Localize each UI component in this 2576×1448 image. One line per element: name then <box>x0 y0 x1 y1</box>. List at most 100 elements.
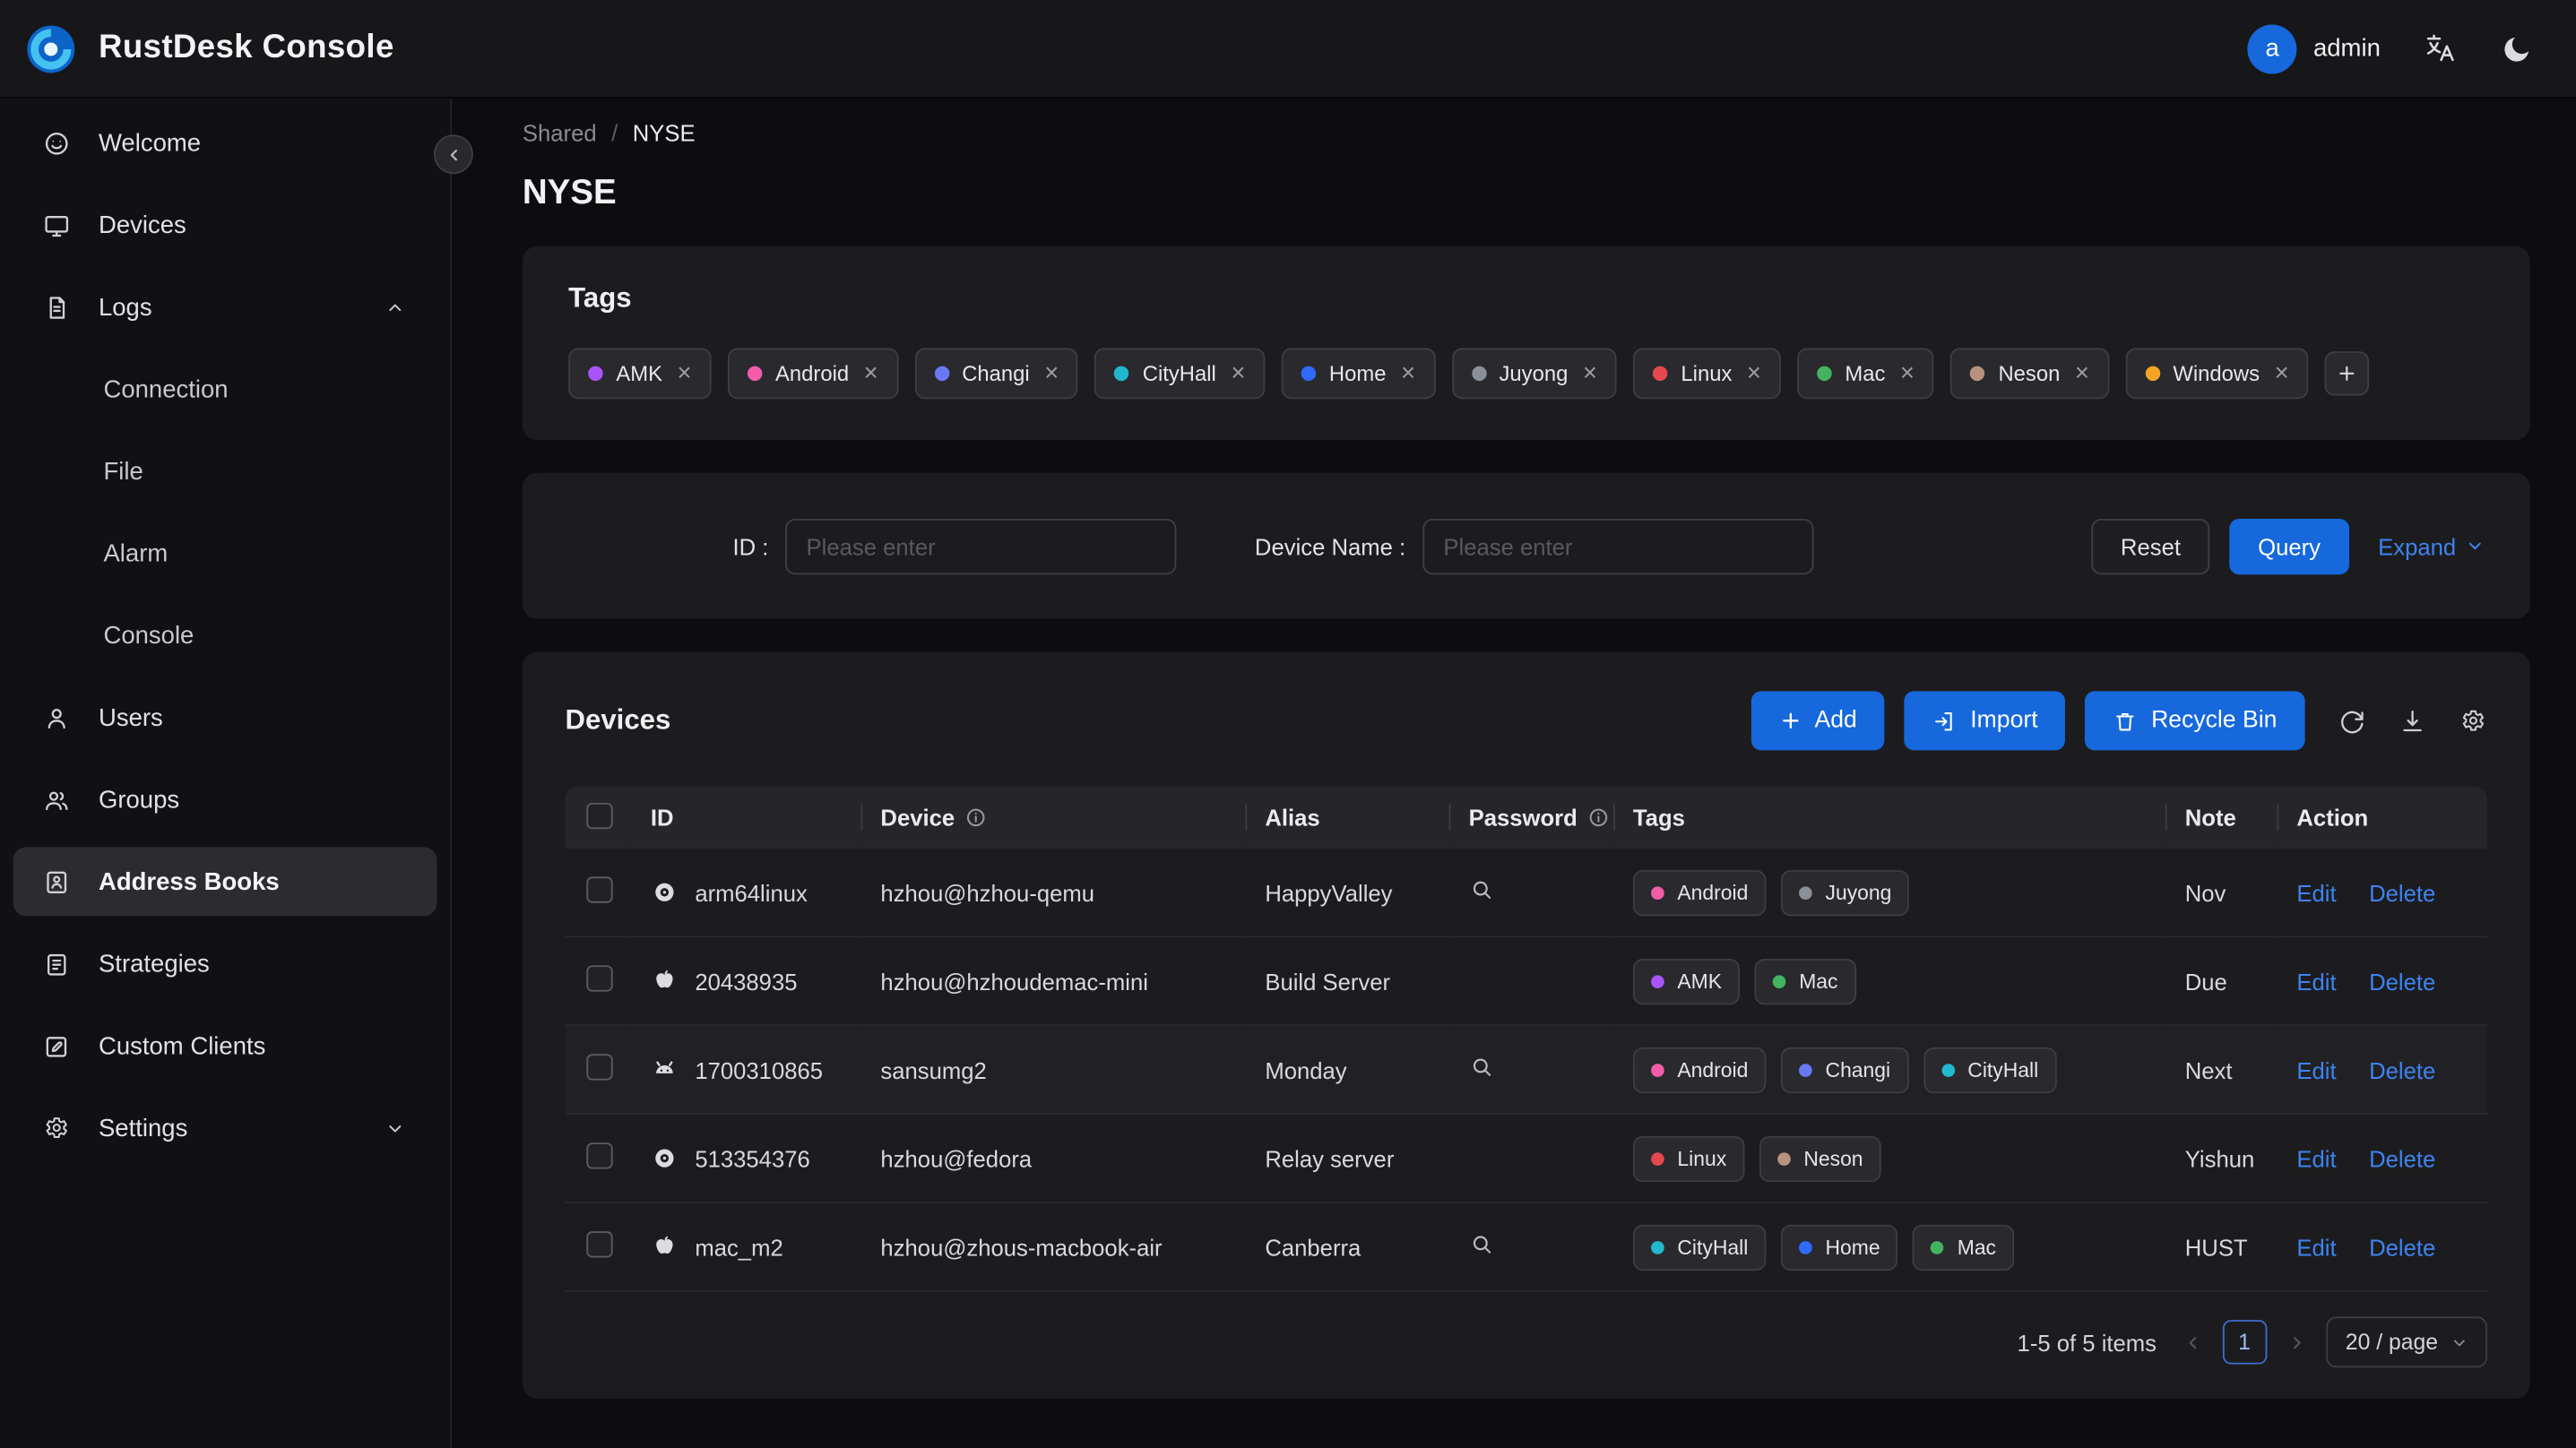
sidebar-item-file[interactable]: File <box>13 436 437 505</box>
tag-remove-icon[interactable]: × <box>1747 361 1761 385</box>
expand-label: Expand <box>2378 532 2457 559</box>
breadcrumb-shared[interactable]: Shared <box>523 120 597 146</box>
reset-button[interactable]: Reset <box>2090 518 2210 574</box>
tag-remove-icon[interactable]: × <box>1044 361 1059 385</box>
column-alias: Alias <box>1265 804 1320 832</box>
vertical-align-icon[interactable] <box>2399 707 2426 735</box>
sidebar-item-settings[interactable]: Settings <box>13 1093 437 1162</box>
tag-color-dot <box>1799 1063 1812 1077</box>
tag-color-dot <box>1931 1240 1945 1254</box>
sidebar-item-devices[interactable]: Devices <box>13 191 437 260</box>
edit-link[interactable]: Edit <box>2296 879 2336 905</box>
tag-color-dot <box>1799 1240 1812 1254</box>
device-name: hzhou@fedora <box>860 1114 1246 1204</box>
tag-remove-icon[interactable]: × <box>1900 361 1915 385</box>
recycle-bin-button[interactable]: Recycle Bin <box>2085 691 2305 751</box>
password-lookup-icon[interactable] <box>1469 1054 1495 1080</box>
sidebar-label: Connection <box>103 375 229 403</box>
tag-chip: Windows × <box>2125 348 2309 400</box>
sidebar-item-address-books[interactable]: Address Books <box>13 847 437 917</box>
linux-icon <box>651 878 679 906</box>
delete-link[interactable]: Delete <box>2369 1234 2435 1260</box>
device-alias: Canberra <box>1245 1202 1449 1292</box>
tag-color-dot <box>1970 366 1985 382</box>
refresh-icon[interactable] <box>2338 707 2365 735</box>
tags-card-title: Tags <box>568 282 632 314</box>
row-checkbox[interactable] <box>586 1054 613 1081</box>
sidebar-item-console[interactable]: Console <box>13 601 437 670</box>
page-size-select[interactable]: 20 / page <box>2325 1316 2488 1368</box>
sidebar-item-connection[interactable]: Connection <box>13 355 437 424</box>
translate-icon[interactable] <box>2424 31 2458 65</box>
tag-remove-icon[interactable]: × <box>1401 361 1415 385</box>
delete-link[interactable]: Delete <box>2369 879 2435 905</box>
sidebar-item-welcome[interactable]: Welcome <box>13 108 437 177</box>
devices-table-body: arm64linux hzhou@hzhou-qemu HappyValley … <box>565 849 2488 1292</box>
edit-link[interactable]: Edit <box>2296 968 2336 994</box>
tag-color-dot <box>1651 1151 1664 1165</box>
delete-link[interactable]: Delete <box>2369 1145 2435 1171</box>
tag-label: Linux <box>1681 361 1733 386</box>
tag-remove-icon[interactable]: × <box>2275 361 2289 385</box>
sidebar-item-users[interactable]: Users <box>13 683 437 752</box>
add-device-button[interactable]: Add <box>1750 691 1885 751</box>
edit-link[interactable]: Edit <box>2296 1056 2336 1082</box>
add-tag-button[interactable] <box>2324 351 2370 396</box>
avatar[interactable]: a <box>2247 23 2297 73</box>
tag-remove-icon[interactable]: × <box>677 361 691 385</box>
sidebar-item-alarm[interactable]: Alarm <box>13 519 437 588</box>
row-checkbox[interactable] <box>586 1231 613 1258</box>
device-id: mac_m2 <box>695 1233 783 1261</box>
query-button[interactable]: Query <box>2229 518 2349 574</box>
edit-link[interactable]: Edit <box>2296 1145 2336 1171</box>
row-checkbox[interactable] <box>586 876 613 903</box>
import-button[interactable]: Import <box>1904 691 2066 751</box>
address-book-icon <box>43 867 71 895</box>
sidebar-item-custom-clients[interactable]: Custom Clients <box>13 1012 437 1081</box>
device-tag-chip: Mac <box>1754 958 1856 1004</box>
filter-card: ID : Device Name : Reset Query Expand <box>522 472 2530 619</box>
user-menu[interactable]: a admin <box>2247 23 2381 73</box>
edit-square-icon <box>43 1032 71 1060</box>
tag-label: Changi <box>1825 1057 1891 1082</box>
password-lookup-icon[interactable] <box>1469 876 1495 902</box>
tag-label: CityHall <box>1142 361 1216 386</box>
id-input[interactable] <box>784 518 1176 574</box>
password-lookup-icon[interactable] <box>1469 1231 1495 1257</box>
tag-remove-icon[interactable]: × <box>864 361 878 385</box>
sidebar-label: Console <box>103 621 194 650</box>
page-title: NYSE <box>522 174 617 212</box>
gear-icon <box>43 1114 71 1142</box>
edit-link[interactable]: Edit <box>2296 1234 2336 1260</box>
info-icon[interactable] <box>964 806 988 830</box>
delete-link[interactable]: Delete <box>2369 1056 2435 1082</box>
table-settings-icon[interactable] <box>2459 707 2487 735</box>
android-icon <box>651 1056 679 1083</box>
next-page-button[interactable] <box>2286 1332 2306 1352</box>
sidebar-collapse-button[interactable] <box>433 134 473 175</box>
sidebar-item-strategies[interactable]: Strategies <box>13 929 437 998</box>
tag-label: AMK <box>1677 969 1723 993</box>
device-name-input[interactable] <box>1422 518 1813 574</box>
sidebar-label: Groups <box>98 785 180 814</box>
tag-color-dot <box>1651 885 1664 900</box>
tag-remove-icon[interactable]: × <box>2075 361 2089 385</box>
sidebar-item-logs[interactable]: Logs <box>13 272 437 341</box>
info-icon[interactable] <box>1587 806 1611 830</box>
device-name: hzhou@hzhoudemac-mini <box>860 936 1246 1027</box>
tag-remove-icon[interactable]: × <box>1583 361 1597 385</box>
device-tag-chip: CityHall <box>1632 1223 1767 1271</box>
moon-icon[interactable] <box>2501 32 2534 65</box>
tag-chip: Linux × <box>1633 348 1781 400</box>
select-all-checkbox[interactable] <box>586 802 613 829</box>
expand-link[interactable]: Expand <box>2378 533 2484 559</box>
prev-page-button[interactable] <box>2183 1332 2202 1352</box>
main-content: Shared / NYSE NYSE Tags AMK × Android × … <box>452 99 2576 1448</box>
page-1-button[interactable]: 1 <box>2222 1320 2267 1365</box>
tag-remove-icon[interactable]: × <box>1231 361 1245 385</box>
delete-link[interactable]: Delete <box>2369 968 2435 994</box>
row-checkbox[interactable] <box>586 1142 613 1169</box>
sidebar-item-groups[interactable]: Groups <box>13 765 437 834</box>
tag-label: Juyong <box>1499 361 1569 386</box>
row-checkbox[interactable] <box>586 965 613 992</box>
